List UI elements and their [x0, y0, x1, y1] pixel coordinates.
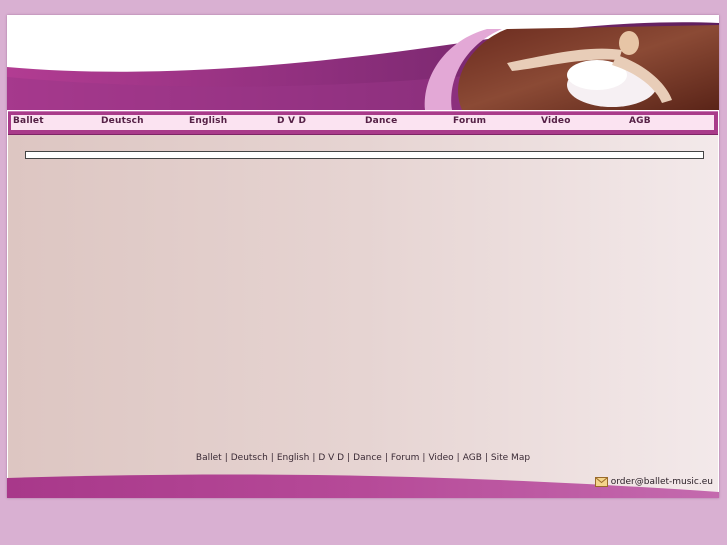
footer-separator: | — [347, 453, 351, 463]
nav-item-english[interactable]: English — [189, 116, 227, 126]
nav-item-dance[interactable]: Dance — [365, 116, 397, 126]
nav-item-ballet[interactable]: Ballet — [13, 116, 44, 126]
footer-links: Ballet | Deutsch | English | D V D | Dance | Forum… — [7, 453, 719, 463]
main-navigation: Ballet Deutsch English D V D Dance Forum… — [8, 111, 718, 135]
ballerina-photo — [424, 25, 719, 110]
envelope-icon — [594, 477, 608, 487]
email-contact[interactable]: order@ballet-music.eu — [594, 477, 713, 487]
footer-link-video[interactable]: Video — [428, 453, 453, 463]
footer-separator: | — [224, 453, 228, 463]
footer-link-dvd[interactable]: D V D — [318, 453, 344, 463]
nav-inner: Ballet Deutsch English D V D Dance Forum… — [11, 115, 714, 130]
footer-link-dance[interactable]: Dance — [353, 453, 382, 463]
footer-separator: | — [270, 453, 274, 463]
nav-item-dvd[interactable]: D V D — [277, 116, 306, 126]
footer-link-agb[interactable]: AGB — [463, 453, 482, 463]
footer-link-english[interactable]: English — [277, 453, 310, 463]
page-frame: Ballet Deutsch English D V D Dance Forum… — [7, 15, 719, 498]
email-address[interactable]: order@ballet-music.eu — [611, 477, 713, 487]
nav-item-forum[interactable]: Forum — [453, 116, 486, 126]
nav-item-deutsch[interactable]: Deutsch — [101, 116, 144, 126]
footer-link-forum[interactable]: Forum — [391, 453, 420, 463]
content-box — [25, 151, 704, 159]
footer-separator: | — [484, 453, 488, 463]
content-area — [8, 135, 718, 465]
footer-separator: | — [456, 453, 460, 463]
nav-item-agb[interactable]: AGB — [629, 116, 651, 126]
footer-link-site-map[interactable]: Site Map — [491, 453, 530, 463]
footer-link-ballet[interactable]: Ballet — [196, 453, 222, 463]
footer-link-deutsch[interactable]: Deutsch — [231, 453, 268, 463]
nav-item-video[interactable]: Video — [541, 116, 571, 126]
header-banner — [7, 15, 719, 110]
footer-separator: | — [384, 453, 388, 463]
